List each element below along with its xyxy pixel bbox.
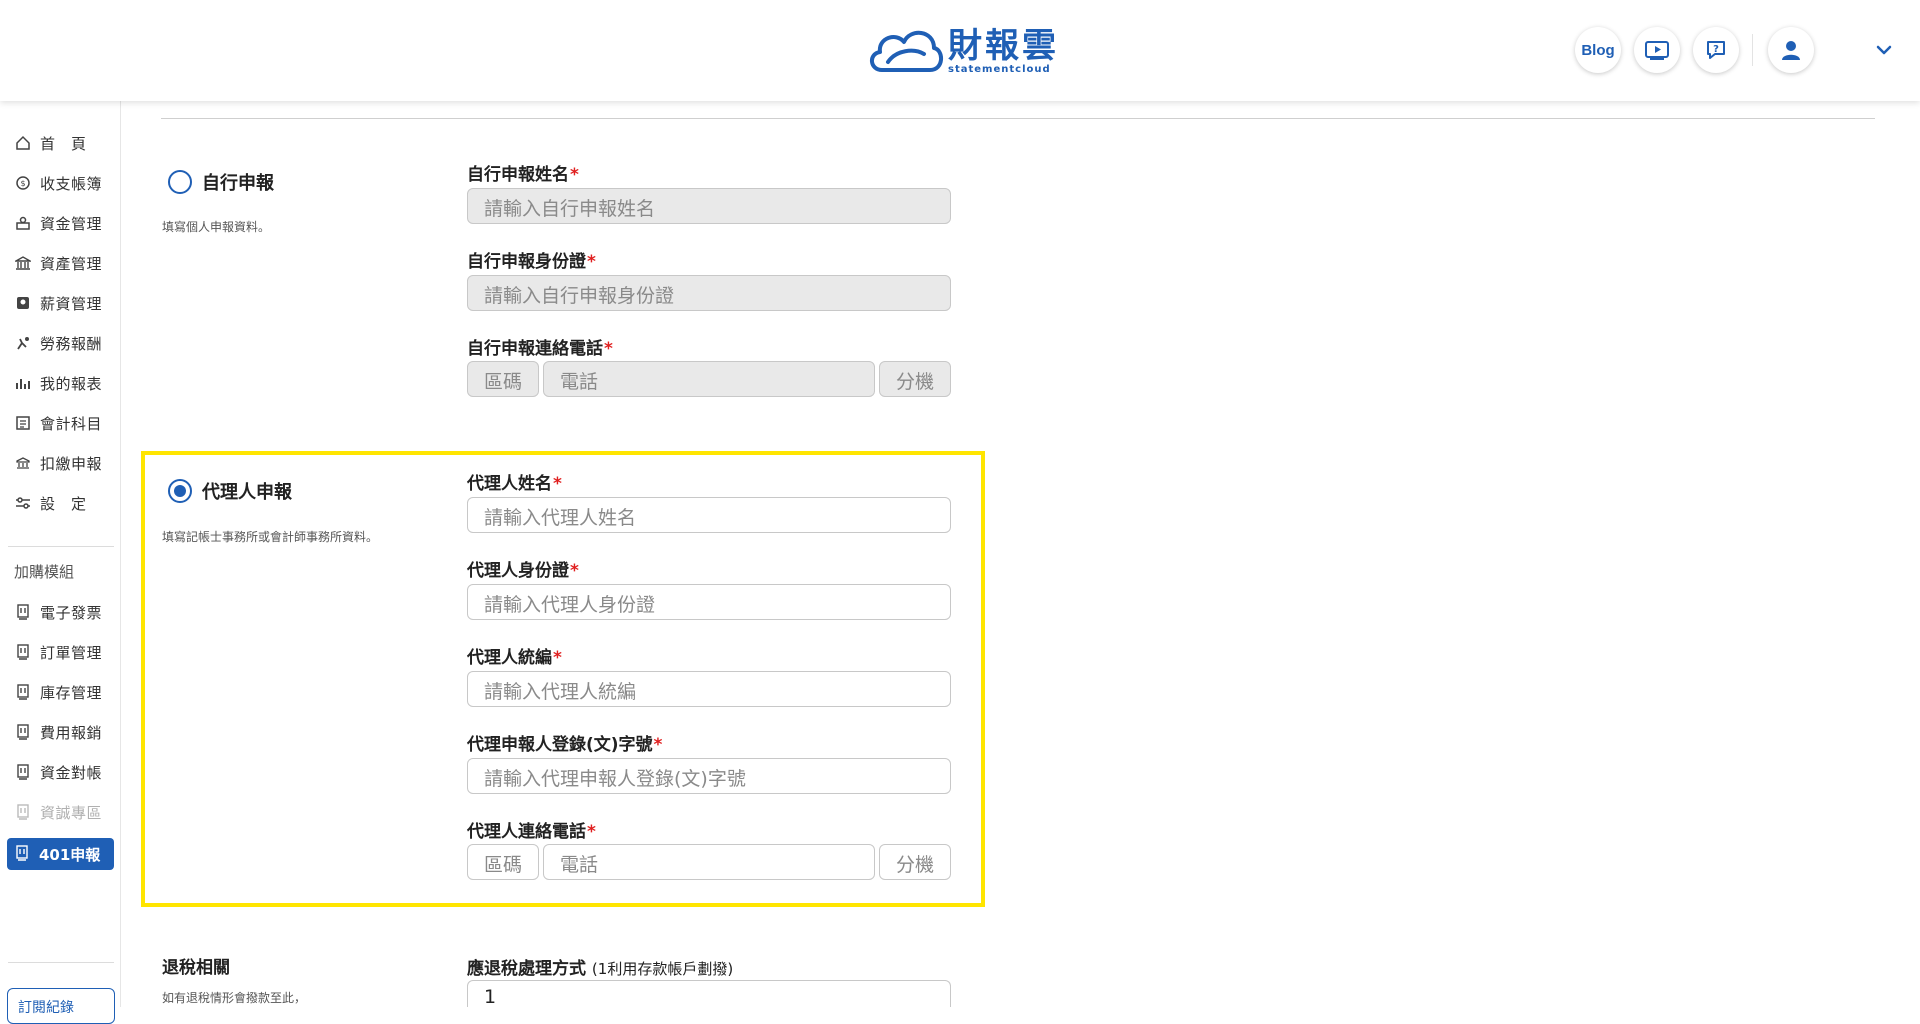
- self-report-radio[interactable]: [168, 170, 192, 194]
- self-extension-input[interactable]: 分機: [879, 361, 951, 397]
- module-icon: [14, 643, 32, 661]
- settings-icon: [14, 494, 32, 512]
- addon-group-title: 加購模組: [14, 563, 75, 581]
- logo-title: 財報雲: [948, 26, 1059, 66]
- sidebar-divider: [8, 546, 114, 547]
- cloud-logo-icon: [870, 31, 943, 72]
- self-area-code-input[interactable]: 區碼: [467, 361, 539, 397]
- logo[interactable]: 財報雲 statementcloud: [866, 24, 1059, 78]
- sidebar: 首 頁 $ 收支帳簿 資金管理 資產管理 薪資管理 勞務報酬 我的報表 會計科目…: [0, 101, 121, 1024]
- self-phone-input[interactable]: 電話: [543, 361, 875, 397]
- agent-id-input[interactable]: 請輸入代理人身份證: [467, 584, 951, 620]
- agent-report-description: 填寫記帳士事務所或會計師事務所資料。: [162, 530, 379, 544]
- module-icon: [14, 683, 32, 701]
- redacted-mark: [236, 772, 302, 788]
- module-icon: [14, 803, 32, 821]
- logo-subtitle: statementcloud: [948, 64, 1051, 75]
- sidebar-item-home[interactable]: 首 頁: [14, 131, 87, 155]
- video-tutorial-button[interactable]: [1634, 27, 1680, 73]
- agent-registration-label: 代理申報人登錄(文)字號*: [467, 735, 663, 755]
- agent-phone-label: 代理人連絡電話*: [467, 822, 596, 842]
- blog-button[interactable]: Blog: [1575, 27, 1621, 73]
- agent-taxid-label: 代理人統編*: [467, 648, 562, 668]
- sidebar-item-expenses[interactable]: 費用報銷: [14, 720, 102, 744]
- sidebar-item-ledger[interactable]: $ 收支帳簿: [14, 171, 102, 195]
- coin-icon: $: [14, 174, 32, 192]
- tax-icon: [14, 454, 32, 472]
- agent-id-label: 代理人身份證*: [467, 561, 579, 581]
- sidebar-item-withholding[interactable]: 扣繳申報: [14, 451, 102, 475]
- agent-registration-input[interactable]: 請輸入代理申報人登錄(文)字號: [467, 758, 951, 794]
- refund-section-title: 退稅相關: [162, 958, 230, 978]
- subscription-label: 訂閱紀錄: [18, 1000, 74, 1016]
- agent-report-option[interactable]: 代理人申報: [168, 478, 292, 504]
- module-icon: [14, 763, 32, 781]
- chart-icon: [14, 374, 32, 392]
- sidebar-item-payroll[interactable]: 薪資管理: [14, 291, 102, 315]
- bank-icon: [14, 254, 32, 272]
- sidebar-item-fund[interactable]: 資金管理: [14, 211, 102, 235]
- module-icon: [14, 723, 32, 741]
- video-book-icon: [1645, 41, 1669, 60]
- money-hand-icon: [14, 214, 32, 232]
- top-header: 財報雲 statementcloud Blog ?: [0, 0, 1920, 101]
- sidebar-item-pwc[interactable]: 資誠專區: [14, 800, 102, 824]
- radio-selected-dot: [174, 485, 186, 497]
- self-report-description: 填寫個人申報資料。: [162, 220, 271, 234]
- sidebar-item-inventory[interactable]: 庫存管理: [14, 680, 102, 704]
- self-id-label: 自行申報身份證*: [467, 252, 596, 272]
- sidebar-item-service[interactable]: 勞務報酬: [14, 331, 102, 355]
- help-chat-button[interactable]: ?: [1693, 27, 1739, 73]
- refund-method-hint: (1利用存款帳戶劃撥): [591, 960, 734, 978]
- sidebar-item-401[interactable]: 401申報: [7, 838, 114, 870]
- agent-name-input[interactable]: 請輸入代理人姓名: [467, 497, 951, 533]
- section-divider: [161, 118, 1875, 119]
- ledger-icon: [14, 414, 32, 432]
- svg-text:?: ?: [1713, 44, 1719, 55]
- module-icon: [14, 603, 32, 621]
- sidebar-divider-bottom: [8, 962, 114, 963]
- self-phone-label: 自行申報連絡電話*: [467, 339, 613, 359]
- sidebar-item-accounts[interactable]: 會計科目: [14, 411, 102, 435]
- subscription-button[interactable]: 訂閱紀錄: [7, 988, 115, 1024]
- header-divider: [1752, 34, 1753, 66]
- help-chat-icon: ?: [1707, 41, 1725, 59]
- agent-taxid-input[interactable]: 請輸入代理人統編: [467, 671, 951, 707]
- sidebar-item-settings[interactable]: 設 定: [14, 491, 87, 515]
- user-avatar-icon: [1782, 41, 1800, 60]
- sidebar-item-einvoice[interactable]: 電子發票: [14, 600, 102, 624]
- sidebar-item-reconcile[interactable]: 資金對帳: [14, 760, 102, 784]
- agent-area-code-input[interactable]: 區碼: [467, 844, 539, 880]
- sidebar-item-assets[interactable]: 資產管理: [14, 251, 102, 275]
- agent-extension-input[interactable]: 分機: [879, 844, 951, 880]
- refund-method-input[interactable]: 1: [467, 980, 951, 1008]
- agent-report-radio[interactable]: [168, 479, 192, 503]
- self-name-label: 自行申報姓名*: [467, 165, 579, 185]
- agent-phone-input[interactable]: 電話: [543, 844, 875, 880]
- chevron-down-icon[interactable]: [1872, 38, 1896, 62]
- service-icon: [14, 334, 32, 352]
- payroll-icon: [14, 294, 32, 312]
- home-icon: [14, 134, 32, 152]
- user-avatar-button[interactable]: [1768, 27, 1814, 73]
- sidebar-item-orders[interactable]: 訂單管理: [14, 640, 102, 664]
- self-id-input[interactable]: 請輸入自行申報身份證: [467, 275, 951, 311]
- module-icon: [15, 845, 33, 863]
- blog-label: Blog: [1581, 41, 1615, 59]
- self-name-input[interactable]: 請輸入自行申報姓名: [467, 188, 951, 224]
- sidebar-item-reports[interactable]: 我的報表: [14, 371, 102, 395]
- refund-description: 如有退稅情形會撥款至此，: [162, 991, 307, 1005]
- self-report-option[interactable]: 自行申報: [168, 169, 274, 195]
- refund-method-label: 應退稅處理方式 (1利用存款帳戶劃撥): [467, 959, 734, 979]
- svg-text:$: $: [20, 179, 25, 188]
- agent-name-label: 代理人姓名*: [467, 474, 562, 494]
